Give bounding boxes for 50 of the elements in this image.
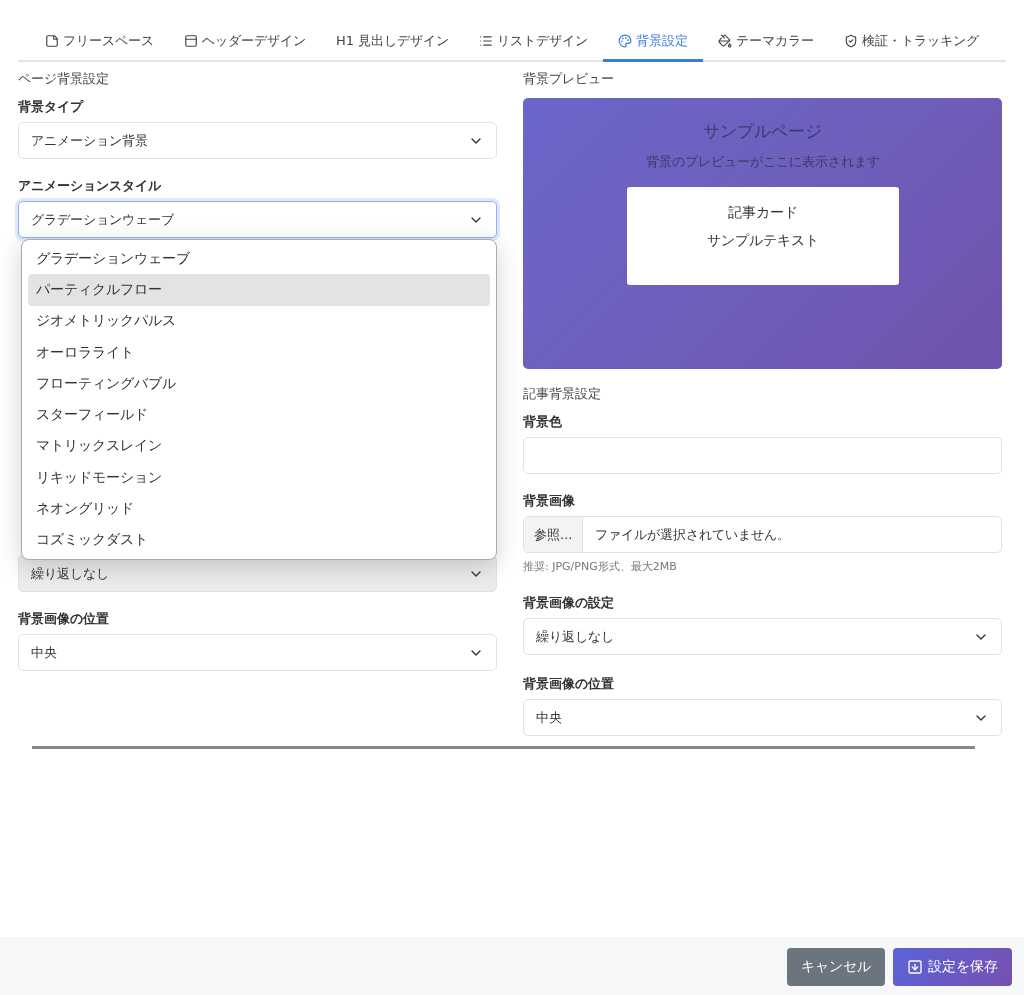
paint-bucket-icon: [718, 34, 733, 48]
tab[interactable]: 背景設定: [603, 22, 704, 62]
field-label: 背景タイプ: [18, 98, 85, 116]
list-icon: [479, 34, 494, 48]
dropdown-option[interactable]: マトリックスレイン: [28, 430, 490, 463]
tab[interactable]: リストデザイン: [464, 22, 604, 62]
field-label: 背景画像の位置: [18, 610, 110, 628]
layout-icon: [184, 34, 198, 48]
download-icon: [907, 959, 923, 975]
preview-subtitle: 背景のプレビューがここに表示されます: [645, 153, 880, 171]
tab[interactable]: ヘッダーデザイン: [169, 22, 321, 62]
section-heading: ページ背景設定: [18, 70, 110, 88]
field-label: 背景画像: [523, 492, 576, 510]
save-button[interactable]: 設定を保存: [893, 948, 1012, 986]
card-text: サンプルテキスト: [706, 232, 819, 250]
dropdown-option[interactable]: コズミックダスト: [28, 524, 490, 556]
select-field[interactable]: 繰り返しなし: [523, 618, 1002, 655]
tab[interactable]: テーマカラー: [703, 22, 830, 62]
color-input-field[interactable]: [523, 437, 1002, 474]
section-heading: 背景プレビュー: [523, 70, 615, 88]
file-status-text: ファイルが選択されていません。: [594, 525, 792, 544]
select-field[interactable]: グラデーションウェーブ: [18, 201, 497, 238]
dropdown-option[interactable]: フローティングバブル: [28, 368, 490, 400]
dropdown-option[interactable]: リキッドモーション: [28, 462, 490, 494]
tab[interactable]: H1 見出しデザイン: [321, 22, 465, 62]
card-title: 記事カード: [727, 204, 798, 222]
field-label: アニメーションスタイル: [18, 177, 162, 195]
select-field[interactable]: 中央: [18, 634, 497, 671]
tab[interactable]: 検証・トラッキング: [829, 22, 995, 62]
dropdown-option[interactable]: ジオメトリックパルス: [28, 305, 490, 337]
preview-title: サンプルページ: [703, 120, 822, 143]
note-icon: [45, 34, 59, 48]
dropdown-option[interactable]: オーロラライト: [28, 336, 490, 369]
shield-check-icon: [844, 34, 859, 48]
dropdown-option[interactable]: パーティクルフロー: [28, 274, 490, 306]
field-label: 背景色: [523, 413, 563, 431]
dropdown-option[interactable]: ネオングリッド: [28, 493, 490, 525]
field-label: 背景画像の位置: [523, 675, 615, 693]
select-field[interactable]: アニメーション背景: [18, 122, 497, 159]
dropdown-option[interactable]: スターフィールド: [28, 399, 490, 431]
select-field[interactable]: 中央: [523, 699, 1002, 736]
tab[interactable]: フリースペース: [30, 22, 169, 62]
browse-button[interactable]: 参照...: [524, 517, 584, 552]
section-heading: 記事背景設定: [523, 385, 602, 403]
dropdown-option[interactable]: グラデーションウェーブ: [28, 243, 490, 275]
cancel-button[interactable]: キャンセル: [787, 948, 885, 986]
file-input-field[interactable]: 参照... ファイルが選択されていません。: [523, 516, 1002, 553]
hint-text: 推奨: JPG/PNG形式、最大2MB: [523, 559, 678, 574]
palette-icon: [618, 34, 633, 48]
field-label: 背景画像の設定: [523, 594, 615, 612]
